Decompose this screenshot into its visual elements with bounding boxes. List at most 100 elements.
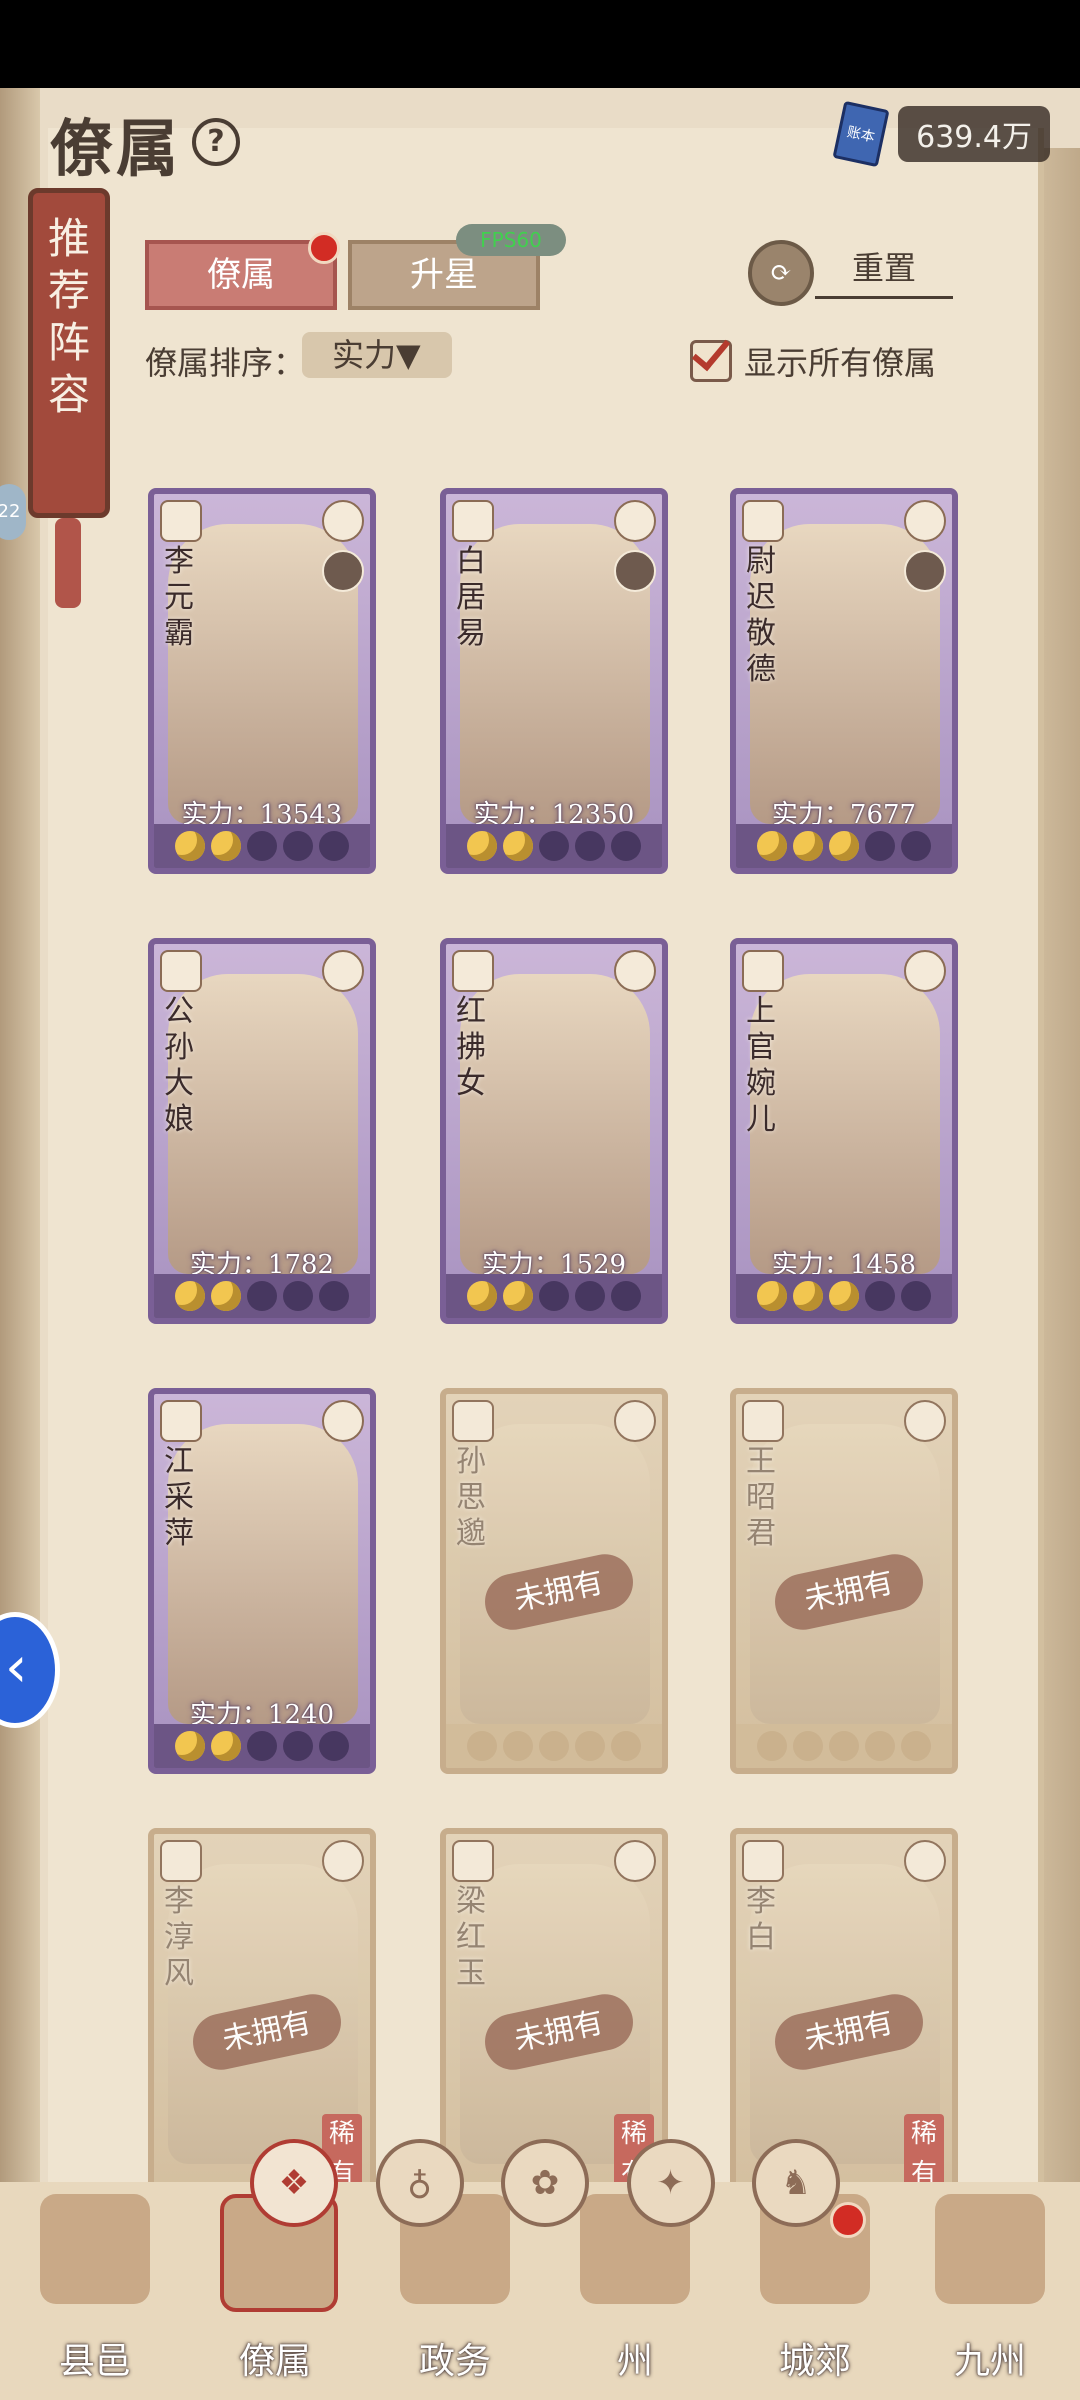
staff-portrait bbox=[168, 974, 358, 1274]
staff-card[interactable]: 白居易 实力：12350 bbox=[440, 488, 668, 874]
status-bar bbox=[0, 0, 1080, 88]
staff-card[interactable]: 孙思邈 未拥有 bbox=[440, 1388, 668, 1774]
moon-star-empty-icon bbox=[611, 1731, 641, 1761]
moon-star-empty-icon bbox=[575, 831, 605, 861]
staff-card[interactable]: 李元霸 实力：13543 bbox=[148, 488, 376, 874]
moon-star-empty-icon bbox=[865, 1731, 895, 1761]
recommended-lineup-banner[interactable]: 推荐阵容 bbox=[28, 188, 110, 518]
nav-item[interactable]: 九州 bbox=[915, 2182, 1065, 2400]
nav-label: 僚属 bbox=[238, 2341, 311, 2382]
moon-star-filled-icon bbox=[503, 1281, 533, 1311]
moon-star-empty-icon bbox=[865, 1281, 895, 1311]
staff-name: 红拂女 bbox=[456, 994, 486, 1101]
moon-star-empty-icon bbox=[247, 1281, 277, 1311]
moon-star-empty-icon bbox=[901, 831, 931, 861]
staff-class-icon bbox=[452, 1840, 494, 1882]
staff-class-icon bbox=[160, 1840, 202, 1882]
staff-name: 上官婉儿 bbox=[746, 994, 776, 1137]
banner-tassel bbox=[55, 518, 81, 608]
side-mini-badge[interactable]: 22 bbox=[0, 484, 26, 540]
moon-star-filled-icon bbox=[175, 831, 205, 861]
staff-portrait bbox=[460, 974, 650, 1274]
moon-star-empty-icon bbox=[539, 1731, 569, 1761]
reset-icon[interactable]: ⟳ bbox=[748, 240, 814, 306]
nav-item[interactable]: 县邑 bbox=[20, 2182, 170, 2400]
staff-faction-icon bbox=[322, 1840, 364, 1882]
moon-star-filled-icon bbox=[211, 1281, 241, 1311]
star-rating bbox=[736, 1274, 952, 1318]
staff-name: 王昭君 bbox=[746, 1444, 776, 1551]
notification-dot bbox=[830, 2202, 866, 2238]
staff-class-icon bbox=[452, 500, 494, 542]
moon-star-empty-icon bbox=[247, 831, 277, 861]
staff-faction-icon bbox=[904, 1400, 946, 1442]
staff-name: 李淳风 bbox=[164, 1884, 194, 1991]
staff-card[interactable]: 红拂女 实力：1529 bbox=[440, 938, 668, 1324]
bell-icon[interactable]: ♁ bbox=[375, 2139, 464, 2227]
staff-card[interactable]: 王昭君 未拥有 bbox=[730, 1388, 958, 1774]
sort-label: 僚属排序： bbox=[145, 344, 306, 382]
gourd-icon[interactable]: ✿ bbox=[501, 2139, 589, 2227]
staff-class-icon bbox=[742, 1400, 784, 1442]
moon-star-empty-icon bbox=[319, 1281, 349, 1311]
moon-star-empty-icon bbox=[611, 1281, 641, 1311]
star-rating bbox=[736, 1724, 952, 1768]
staff-faction-icon bbox=[614, 950, 656, 992]
nav-label: 九州 bbox=[953, 2341, 1026, 2382]
moon-star-empty-icon bbox=[829, 1731, 859, 1761]
moon-star-filled-icon bbox=[211, 1731, 241, 1761]
staff-name: 孙思邈 bbox=[456, 1444, 486, 1551]
sort-dropdown[interactable]: 实力▼ bbox=[302, 332, 452, 378]
moon-star-empty-icon bbox=[539, 831, 569, 861]
moon-star-empty-icon bbox=[319, 831, 349, 861]
moon-star-empty-icon bbox=[901, 1731, 931, 1761]
staff-faction-icon bbox=[322, 500, 364, 542]
star-rating bbox=[154, 1724, 370, 1768]
moon-star-empty-icon bbox=[503, 1731, 533, 1761]
moon-star-filled-icon bbox=[467, 831, 497, 861]
staff-faction-icon bbox=[904, 500, 946, 542]
moon-star-filled-icon bbox=[829, 1281, 859, 1311]
staff-name: 尉迟敬德 bbox=[746, 544, 776, 687]
companion-avatar bbox=[904, 550, 946, 592]
tab-staff-notification-dot bbox=[308, 232, 340, 264]
star-rating bbox=[154, 824, 370, 868]
staff-class-icon bbox=[742, 950, 784, 992]
staff-name: 公孙大娘 bbox=[164, 994, 194, 1137]
moon-star-empty-icon bbox=[283, 1281, 313, 1311]
staff-name: 李白 bbox=[746, 1884, 776, 1955]
nav-label: 政务 bbox=[418, 2341, 491, 2382]
moon-star-filled-icon bbox=[175, 1281, 205, 1311]
staff-card[interactable]: 尉迟敬德 实力：7677 bbox=[730, 488, 958, 874]
fan-icon[interactable]: ✦ bbox=[626, 2139, 715, 2227]
star-rating bbox=[446, 1274, 662, 1318]
staff-class-icon bbox=[742, 500, 784, 542]
help-icon[interactable]: ? bbox=[192, 118, 240, 166]
reset-button[interactable]: 重置 bbox=[815, 240, 953, 299]
moon-star-empty-icon bbox=[467, 1731, 497, 1761]
companion-avatar bbox=[322, 550, 364, 592]
moon-star-empty-icon bbox=[283, 1731, 313, 1761]
show-all-toggle[interactable]: 显示所有僚属 bbox=[690, 338, 936, 384]
moon-star-empty-icon bbox=[247, 1731, 277, 1761]
moon-star-empty-icon bbox=[575, 1281, 605, 1311]
moon-star-filled-icon bbox=[467, 1281, 497, 1311]
staff-class-icon bbox=[742, 1840, 784, 1882]
staff-name: 白居易 bbox=[456, 544, 486, 651]
moon-star-filled-icon bbox=[829, 831, 859, 861]
moon-star-filled-icon bbox=[175, 1731, 205, 1761]
moon-star-empty-icon bbox=[757, 1731, 787, 1761]
staff-faction-icon bbox=[614, 1400, 656, 1442]
staff-faction-icon bbox=[904, 1840, 946, 1882]
beast-icon[interactable]: ♞ bbox=[752, 2139, 840, 2227]
moon-star-empty-icon bbox=[575, 1731, 605, 1761]
star-rating bbox=[446, 824, 662, 868]
all-icon[interactable]: ❖ bbox=[250, 2139, 338, 2227]
staff-card[interactable]: 上官婉儿 实力：1458 bbox=[730, 938, 958, 1324]
map-icon bbox=[935, 2194, 1045, 2304]
moon-star-filled-icon bbox=[757, 1281, 787, 1311]
checkbox-checked-icon[interactable] bbox=[690, 340, 732, 382]
staff-card[interactable]: 江采萍 实力：1240 bbox=[148, 1388, 376, 1774]
staff-faction-icon bbox=[322, 1400, 364, 1442]
staff-card[interactable]: 公孙大娘 实力：1782 bbox=[148, 938, 376, 1324]
